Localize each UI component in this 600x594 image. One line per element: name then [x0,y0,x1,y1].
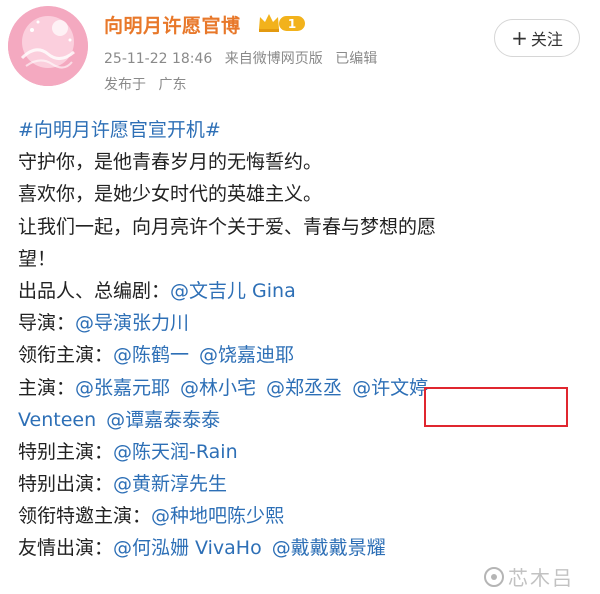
post-line: 望！ [18,247,57,270]
post-source[interactable]: 来自微博网页版 [225,51,323,67]
mention-link[interactable]: @陈天润-Rain [113,441,238,463]
post-location: 发布于 广东 [104,74,186,94]
credit-label: 导演： [18,312,76,335]
post-line: 让我们一起，向月亮许个关于爱、青春与梦想的愿 [18,215,437,238]
mention-link[interactable]: @黄新淳先生 [113,473,227,495]
hashtag-link[interactable]: #向明月许愿官宣开机# [18,119,221,141]
mention-link[interactable]: @饶嘉迪耶 [199,344,294,366]
mention-link[interactable]: @郑丞丞 [266,377,342,399]
credit-special-guest: 领衔特邀主演：@种地吧陈少熙 [18,500,590,532]
mention-link[interactable]: @陈鹤一 [113,344,189,366]
post-line: 守护你，是他青春岁月的无悔誓约。 [18,151,323,174]
mention-link[interactable]: @何泓姗 VivaHo [113,537,262,559]
edited-label[interactable]: 已编辑 [335,51,377,67]
post-header: 向明月许愿官博 1 25-11-22 18:46 来自微博网页版 已编辑 发布于… [0,0,600,100]
vip-badge[interactable]: 1 [257,12,307,34]
highlight-annotation-box [424,387,568,427]
post-line: 喜欢你，是她少女时代的英雄主义。 [18,183,323,206]
weibo-post-screenshot: 向明月许愿官博 1 25-11-22 18:46 来自微博网页版 已编辑 发布于… [0,0,600,594]
plus-icon: + [511,26,528,50]
credit-friendly: 友情出演：@何泓姗 VivaHo @戴戴戴景耀 [18,532,590,564]
watermark-text: 芯木吕 [508,566,574,590]
credit-label: 领衔特邀主演： [18,505,152,528]
credit-label: 主演： [18,376,76,399]
mention-link[interactable]: @谭嘉泰泰泰 [106,409,220,431]
post-body: #向明月许愿官宣开机# 守护你，是他青春岁月的无悔誓约。 喜欢你，是她少女时代的… [18,114,590,565]
avatar-artwork [8,6,88,86]
credit-label: 领衔主演： [18,344,114,367]
credit-label: 友情出演： [18,537,114,560]
mention-link[interactable]: @张嘉元耶 [75,377,170,399]
credit-special-appearance: 特别出演：@黄新淳先生 [18,468,590,500]
vip-level: 1 [288,17,296,31]
mention-link[interactable]: @导演张力川 [75,312,189,334]
credit-special-star: 特别主演：@陈天润-Rain [18,436,590,468]
credit-director: 导演：@导演张力川 [18,307,590,339]
post-meta: 25-11-22 18:46 来自微博网页版 已编辑 [104,48,377,68]
credit-label: 特别出演： [18,473,114,496]
credit-leads: 领衔主演：@陈鹤一 @饶嘉迪耶 [18,339,590,371]
follow-label: 关注 [530,30,563,49]
credit-producer: 出品人、总编剧：@文吉儿 Gina [18,275,590,307]
mention-link[interactable]: @种地吧陈少熙 [151,505,284,527]
credit-label: 特别主演： [18,440,114,463]
mention-link[interactable]: @文吉儿 Gina [170,280,296,302]
avatar[interactable] [8,6,88,86]
follow-button[interactable]: + 关注 [494,19,580,57]
post-line: #向明月许愿官宣开机# [18,114,590,146]
mention-link-highlighted[interactable]: @许文婷 [352,377,428,399]
location-value: 广东 [158,77,187,93]
credit-label: 出品人、总编剧： [18,279,171,302]
post-timestamp: 25-11-22 18:46 [104,51,213,67]
mention-link[interactable]: @戴戴戴景耀 [272,537,386,559]
crown-icon: 1 [259,14,305,32]
account-name[interactable]: 向明月许愿官博 [104,11,241,38]
mention-link[interactable]: Venteen [18,409,96,431]
location-label: 发布于 [104,77,146,93]
mention-link[interactable]: @林小宅 [180,377,256,399]
